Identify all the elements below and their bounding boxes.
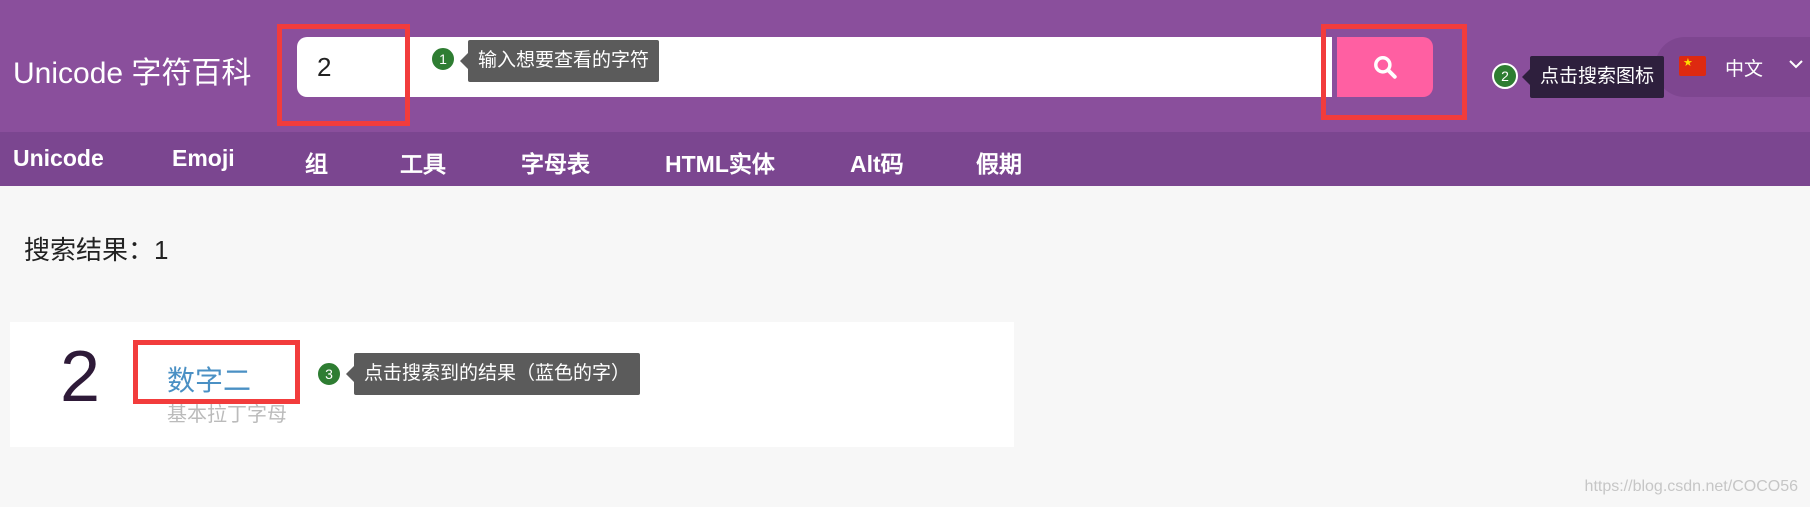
annotation-tip-1: 输入想要查看的字符 (459, 40, 660, 82)
annotation-badge-3: 3 (316, 361, 342, 387)
china-flag-icon: ★ (1679, 56, 1706, 76)
language-selector[interactable]: ★ 中文 (1655, 37, 1810, 97)
nav-item-alt-codes[interactable]: Alt码 (850, 145, 904, 179)
search-button[interactable] (1337, 37, 1433, 97)
site-logo[interactable]: Unicode 字符百科 (13, 48, 251, 92)
annotation-tip-3: 点击搜索到的结果（蓝色的字） (345, 353, 641, 395)
annotation-badge-2: 2 (1492, 63, 1518, 89)
search-icon (1374, 56, 1397, 79)
watermark: https://blog.csdn.net/COCO56 (1584, 478, 1798, 495)
main-nav: Unicode Emoji 组 工具 字母表 HTML实体 Alt码 假期 (0, 132, 1810, 186)
nav-item-html-entities[interactable]: HTML实体 (665, 145, 775, 179)
language-label: 中文 (1725, 59, 1764, 80)
result-category: 基本拉丁字母 (167, 404, 287, 426)
search-result-count: 搜索结果：1 (24, 230, 169, 267)
result-glyph: 2 (60, 337, 101, 417)
nav-item-alphabets[interactable]: 字母表 (521, 145, 590, 179)
result-count-colon: ： (128, 235, 155, 265)
nav-item-holidays[interactable]: 假期 (976, 145, 1022, 179)
nav-item-groups[interactable]: 组 (305, 145, 328, 179)
nav-item-unicode[interactable]: Unicode (13, 145, 104, 172)
result-count-label: 搜索结果 (24, 235, 129, 265)
nav-item-emoji[interactable]: Emoji (172, 145, 235, 172)
chevron-down-icon (1789, 60, 1803, 69)
annotation-tip-2: 点击搜索图标 (1521, 56, 1665, 98)
result-count-value: 1 (154, 235, 169, 265)
result-name-link[interactable]: 数字二 (167, 359, 251, 399)
annotation-badge-1: 1 (430, 46, 456, 72)
nav-item-tools[interactable]: 工具 (400, 145, 446, 179)
